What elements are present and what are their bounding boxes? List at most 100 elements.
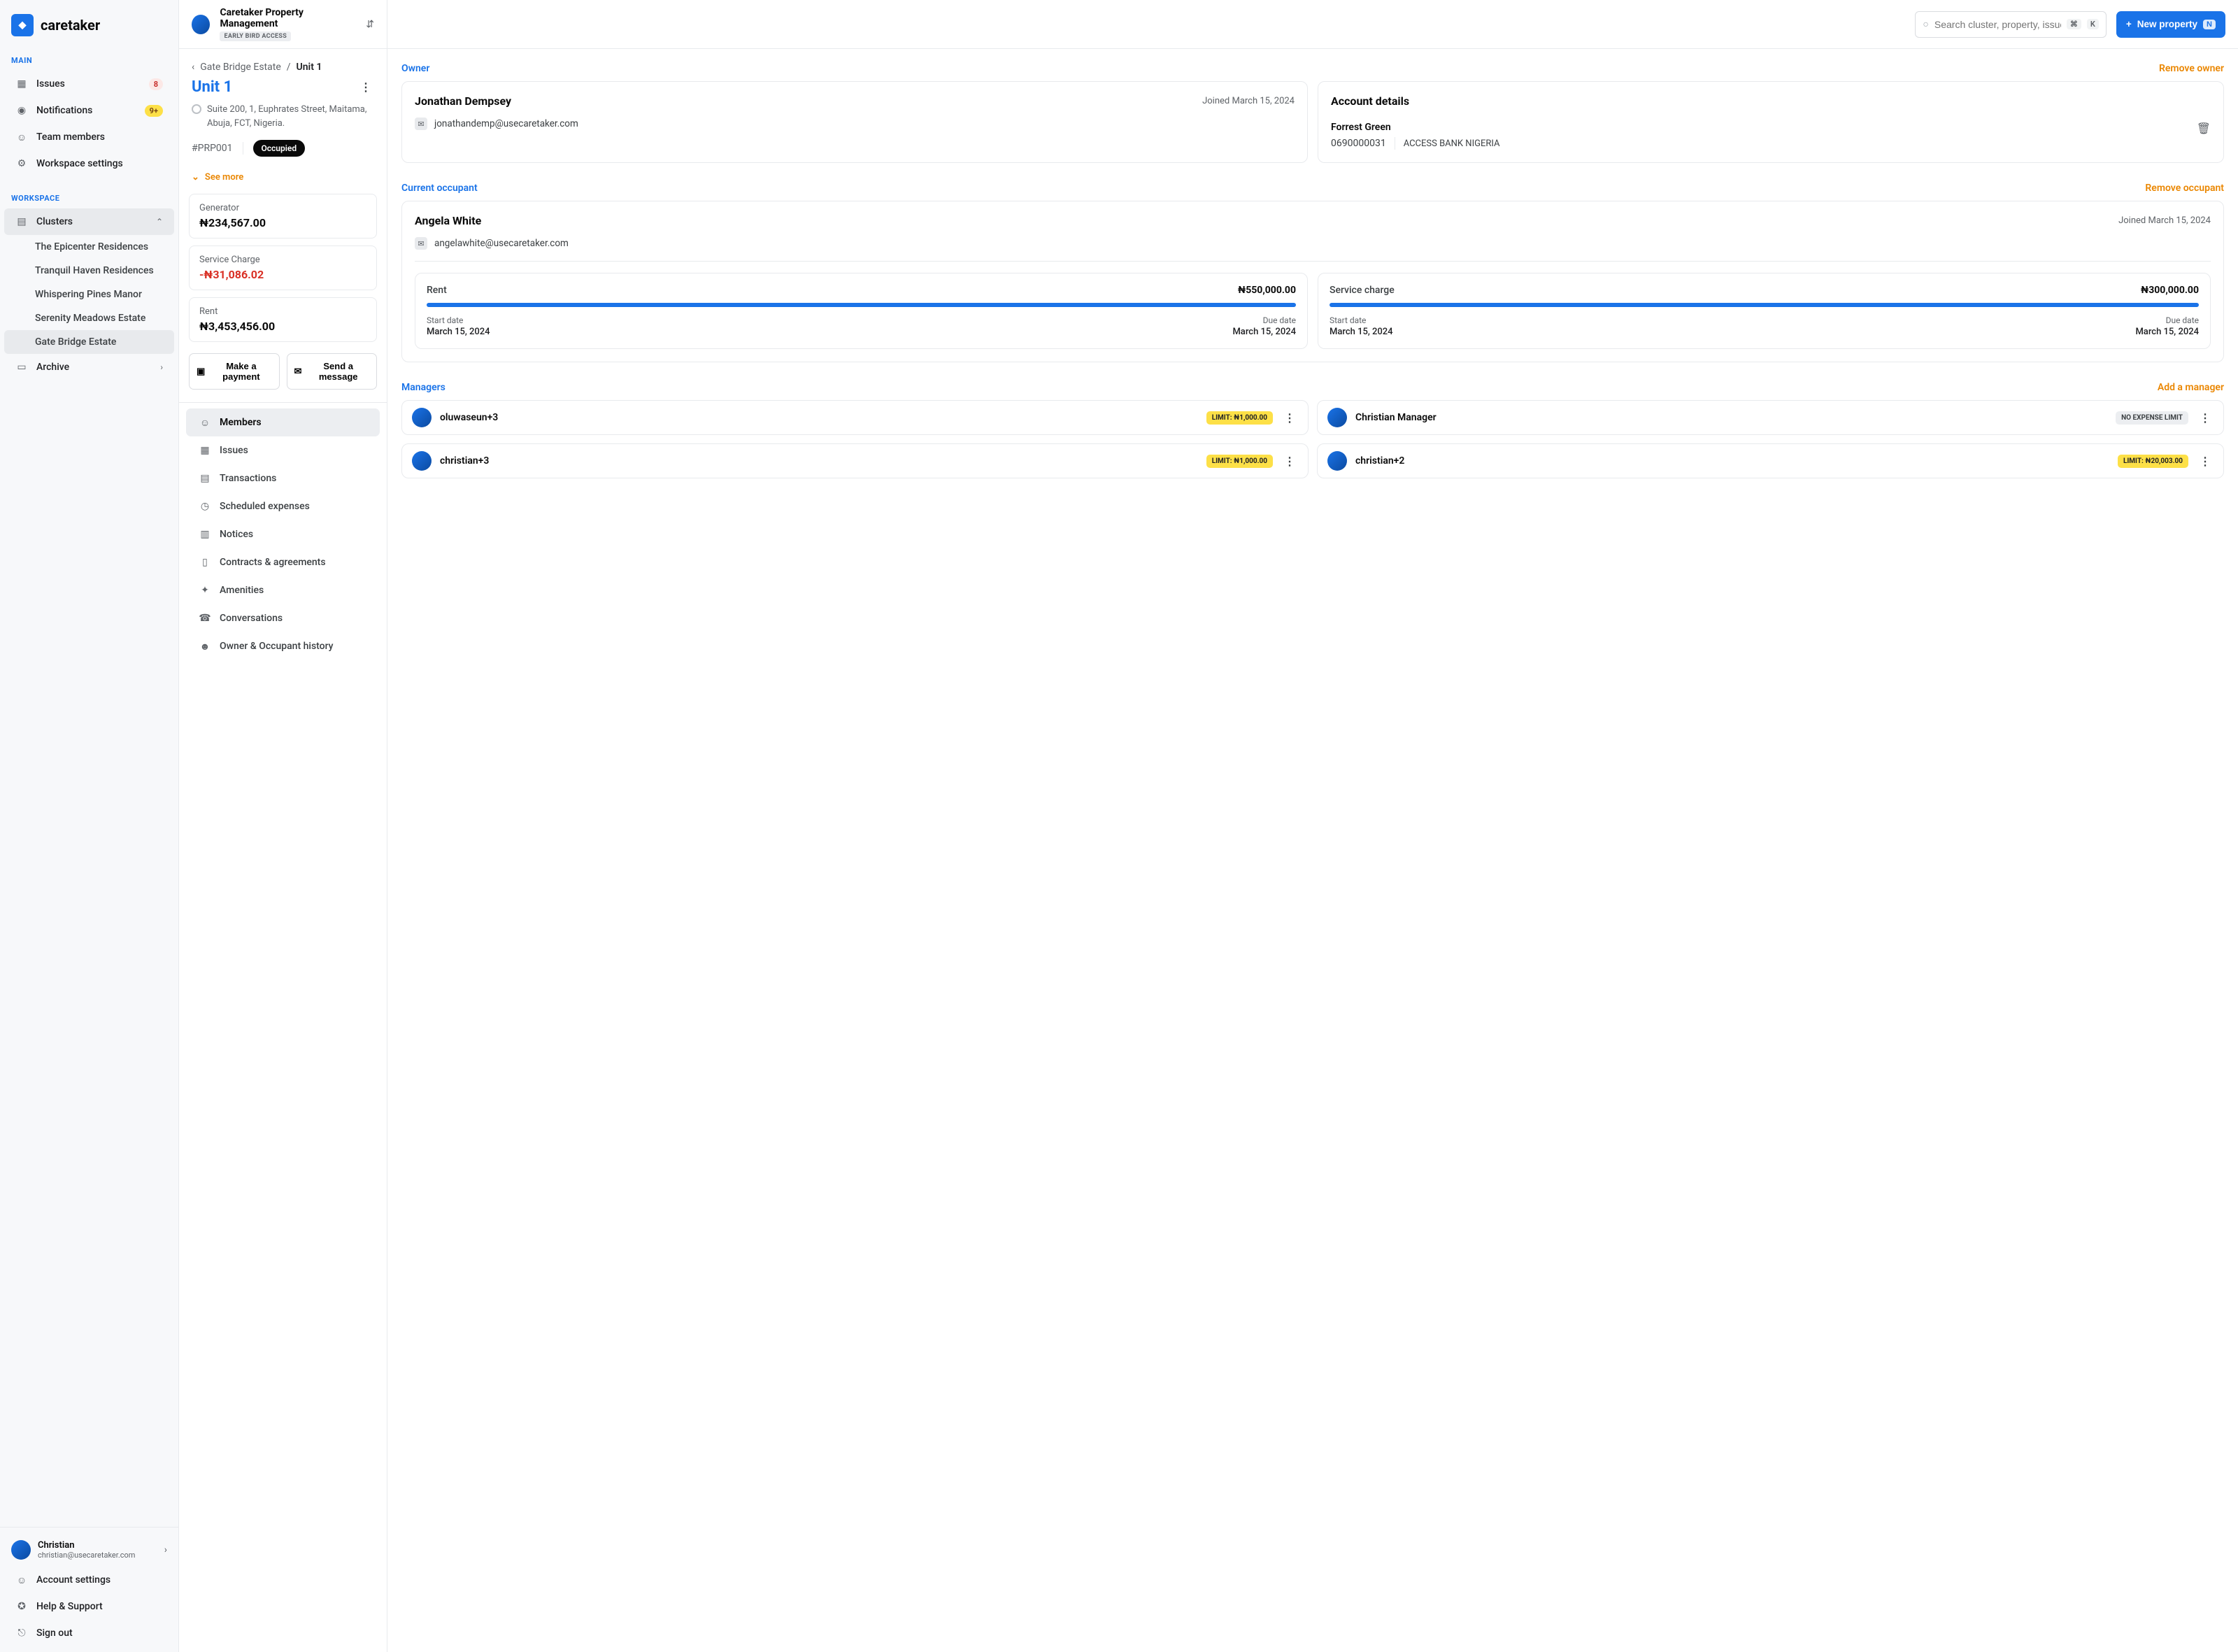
occupant-joined: Joined March 15, 2024 xyxy=(2118,215,2211,226)
owner-section-title: Owner xyxy=(401,63,429,74)
more-icon[interactable]: ⋮ xyxy=(1281,411,1298,425)
nav-section-main: MAIN xyxy=(0,50,178,71)
occupant-email: angelawhite@usecaretaker.com xyxy=(434,238,569,249)
account-title: Account details xyxy=(1331,94,2211,108)
location-icon xyxy=(192,104,201,114)
see-more-toggle[interactable]: ⌄ See more xyxy=(179,166,387,194)
nav-section-workspace: WORKSPACE xyxy=(0,188,178,208)
kbd-k: K xyxy=(2087,19,2099,29)
signout-icon: ⎋ xyxy=(15,1627,28,1639)
more-icon[interactable]: ⋮ xyxy=(1281,455,1298,468)
tab-notices[interactable]: ▥Notices xyxy=(186,520,380,548)
owner-name: Jonathan Dempsey xyxy=(415,94,511,108)
tab-issues[interactable]: ▦Issues xyxy=(186,436,380,464)
tab-transactions[interactable]: ▤Transactions xyxy=(186,464,380,492)
managers-section-title: Managers xyxy=(401,382,446,393)
history-icon: ☻ xyxy=(199,640,211,653)
manager-card: christian+3 LIMIT: ₦1,000.00 ⋮ xyxy=(401,443,1309,478)
cluster-item[interactable]: Tranquil Haven Residences xyxy=(4,259,174,283)
rent-progress: Rent₦550,000.00 Start dateMarch 15, 2024… xyxy=(415,273,1308,349)
more-icon[interactable]: ⋮ xyxy=(2197,411,2214,425)
tab-scheduled[interactable]: ◷Scheduled expenses xyxy=(186,492,380,520)
gear-icon: ⚙ xyxy=(15,157,28,170)
sidebar-item-archive[interactable]: ▭ Archive › xyxy=(4,354,174,380)
progress-bar xyxy=(1330,303,2199,307)
tab-amenities[interactable]: ✦Amenities xyxy=(186,576,380,604)
remove-owner-link[interactable]: Remove owner xyxy=(2159,63,2224,74)
avatar xyxy=(1327,451,1347,471)
search-input[interactable] xyxy=(1934,19,2061,30)
issues-icon: ▦ xyxy=(199,444,211,457)
add-manager-link[interactable]: Add a manager xyxy=(2158,382,2224,393)
person-icon: ☺ xyxy=(199,416,211,429)
stat-service-charge: Service Charge -₦31,086.02 xyxy=(189,245,377,290)
footer-help[interactable]: ✪ Help & Support xyxy=(4,1593,174,1620)
logo-icon: ◆ xyxy=(11,14,34,36)
send-message-button[interactable]: ✉ Send a message xyxy=(287,353,378,390)
kbd-meta: ⌘ xyxy=(2067,19,2081,29)
main-panel: ○ ⌘ K + New property N Owner Remove owne… xyxy=(387,0,2238,1652)
unit-address: Suite 200, 1, Euphrates Street, Maitama,… xyxy=(207,103,374,130)
sidebar-item-issues[interactable]: ▦ Issues 8 xyxy=(4,71,174,97)
progress-bar xyxy=(427,303,1296,307)
unit-menu-icon[interactable]: ⋮ xyxy=(357,80,374,94)
logo[interactable]: ◆ caretaker xyxy=(0,0,178,50)
sidebar: ◆ caretaker MAIN ▦ Issues 8 ◉ Notificati… xyxy=(0,0,179,1652)
chevron-up-icon: ⌃ xyxy=(156,217,163,227)
tab-conversations[interactable]: ☎Conversations xyxy=(186,604,380,632)
account-number: 0690000031 xyxy=(1331,138,1386,149)
occupant-name: Angela White xyxy=(415,214,481,227)
occupant-section-title: Current occupant xyxy=(401,183,478,194)
notifications-badge: 9+ xyxy=(145,105,163,117)
search-input-wrapper[interactable]: ○ ⌘ K xyxy=(1915,11,2106,38)
chevron-left-icon[interactable]: ‹ xyxy=(192,62,194,73)
status-badge: Occupied xyxy=(253,140,306,157)
archive-icon: ▭ xyxy=(15,361,28,373)
mail-icon: ✉ xyxy=(415,237,427,250)
sidebar-item-team[interactable]: ☺ Team members xyxy=(4,124,174,150)
breadcrumb-parent[interactable]: Gate Bridge Estate xyxy=(200,62,281,73)
cluster-item[interactable]: The Epicenter Residences xyxy=(4,235,174,259)
detail-panel: Caretaker Property Management EARLY BIRD… xyxy=(179,0,387,1652)
tab-contracts[interactable]: ▯Contracts & agreements xyxy=(186,548,380,576)
sidebar-item-workspace-settings[interactable]: ⚙ Workspace settings xyxy=(4,150,174,177)
cluster-item[interactable]: Gate Bridge Estate xyxy=(4,330,174,354)
plus-icon: + xyxy=(2126,19,2132,29)
footer-account-settings[interactable]: ☺ Account settings xyxy=(4,1567,174,1593)
org-switcher-icon[interactable]: ⇵ xyxy=(366,19,374,30)
tab-history[interactable]: ☻Owner & Occupant history xyxy=(186,632,380,660)
search-icon: ○ xyxy=(1923,18,1928,30)
breadcrumb-current: Unit 1 xyxy=(297,62,322,73)
issues-badge: 8 xyxy=(149,78,163,90)
current-user[interactable]: Christian christian@usecaretaker.com › xyxy=(0,1533,178,1567)
tab-members[interactable]: ☺Members xyxy=(186,408,380,436)
receipt-icon: ▤ xyxy=(199,472,211,485)
org-badge: EARLY BIRD ACCESS xyxy=(220,31,291,41)
avatar xyxy=(1327,408,1347,427)
user-email: christian@usecaretaker.com xyxy=(38,1551,157,1560)
document-icon: ▯ xyxy=(199,556,211,569)
user-name: Christian xyxy=(38,1540,157,1551)
cluster-item[interactable]: Whispering Pines Manor xyxy=(4,283,174,306)
limit-badge: NO EXPENSE LIMIT xyxy=(2116,411,2188,425)
more-icon[interactable]: ⋮ xyxy=(2197,455,2214,468)
calendar-icon: ◷ xyxy=(199,500,211,513)
remove-occupant-link[interactable]: Remove occupant xyxy=(2145,183,2224,194)
person-icon: ☺ xyxy=(15,1574,28,1586)
owner-card: Jonathan Dempsey Joined March 15, 2024 ✉… xyxy=(401,81,1308,163)
brand-name: caretaker xyxy=(41,17,100,34)
make-payment-button[interactable]: ▣ Make a payment xyxy=(189,353,280,390)
footer-signout[interactable]: ⎋ Sign out xyxy=(4,1620,174,1646)
bell-icon: ◉ xyxy=(15,104,28,117)
limit-badge: LIMIT: ₦1,000.00 xyxy=(1206,411,1273,425)
unit-title: Unit 1 xyxy=(192,78,232,96)
limit-badge: LIMIT: ₦20,003.00 xyxy=(2118,455,2188,468)
mail-icon: ✉ xyxy=(294,366,302,377)
cluster-item[interactable]: Serenity Meadows Estate xyxy=(4,306,174,330)
sidebar-item-notifications[interactable]: ◉ Notifications 9+ xyxy=(4,97,174,124)
sidebar-item-clusters[interactable]: ▤ Clusters ⌃ xyxy=(4,208,174,235)
property-id: #PRP001 xyxy=(192,143,233,154)
owner-joined: Joined March 15, 2024 xyxy=(1202,96,1295,106)
new-property-button[interactable]: + New property N xyxy=(2116,11,2225,38)
trash-icon[interactable]: 🗑 xyxy=(2197,122,2211,135)
